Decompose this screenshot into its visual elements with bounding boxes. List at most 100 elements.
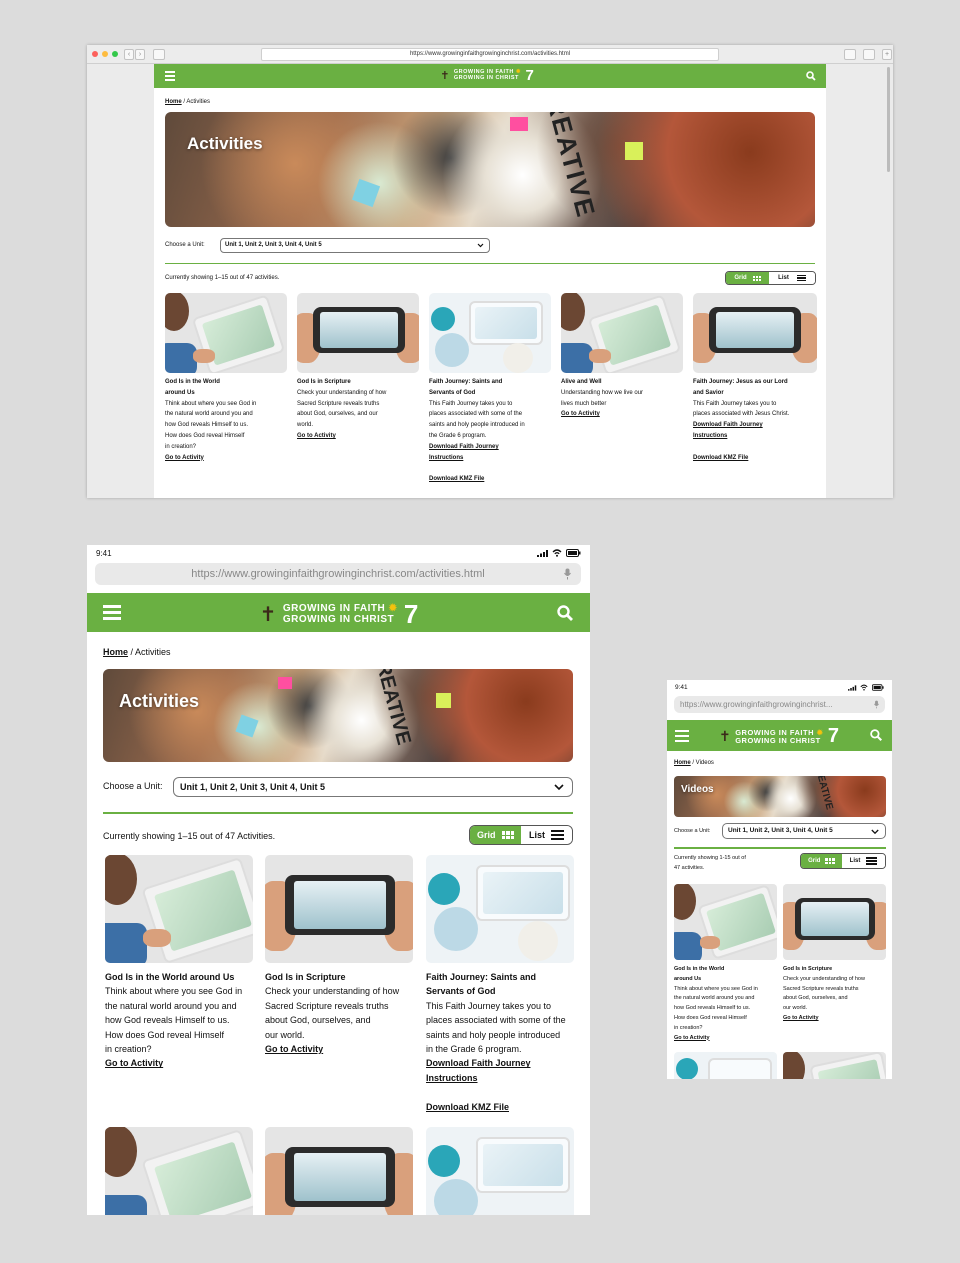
card-title: Faith Journey: Saints and Servants of God xyxy=(429,379,503,396)
chevron-down-icon xyxy=(871,829,879,835)
card-title: Faith Journey: Jesus as our Lord and Savi… xyxy=(693,379,788,396)
mic-icon[interactable] xyxy=(874,700,879,709)
minimize-window-button[interactable] xyxy=(102,51,108,57)
divider xyxy=(165,263,815,264)
hamburger-icon[interactable] xyxy=(675,730,689,742)
unit-filter-label: Choose a Unit: xyxy=(165,242,205,248)
search-icon[interactable] xyxy=(557,605,573,621)
go-to-activity-link[interactable]: Go to Activity xyxy=(674,1034,777,1044)
card-image-tablet[interactable] xyxy=(105,1127,253,1215)
nav-bar: ✝ GROWING IN FAITH ✹ GROWING IN CHRIST 7 xyxy=(154,64,826,88)
hamburger-icon[interactable] xyxy=(103,605,121,620)
download-faith-journey-link[interactable]: Download Faith Journey Instructions xyxy=(693,420,817,442)
go-to-activity-link[interactable]: Go to Activity xyxy=(297,431,419,442)
back-button[interactable]: ‹ xyxy=(124,49,134,60)
search-icon[interactable] xyxy=(870,729,882,741)
card-image-tablet[interactable] xyxy=(105,855,253,963)
sticky-note xyxy=(351,178,381,208)
unit-filter-select[interactable]: Unit 1, Unit 2, Unit 3, Unit 4, Unit 5 xyxy=(722,823,886,839)
status-bar: 9:41 xyxy=(87,545,590,563)
unit-filter-select[interactable]: Unit 1, Unit 2, Unit 3, Unit 4, Unit 5 xyxy=(173,777,573,797)
card-image-phone[interactable] xyxy=(297,293,419,373)
activity-card: Faith Journey: Saints and Servants of God… xyxy=(426,855,574,1114)
search-icon[interactable] xyxy=(806,71,816,81)
activity-card xyxy=(674,1052,777,1079)
card-image-tablet[interactable] xyxy=(165,293,287,373)
address-bar[interactable]: https://www.growinginfaithgrowinginchris… xyxy=(95,563,581,585)
status-bar: 9:41 xyxy=(667,680,892,696)
site-logo[interactable]: ✝ GROWING IN FAITH ✹ GROWING IN CHRIST 7 xyxy=(709,725,849,747)
tablet-mockup: 9:41 https://www.growinginfaithgrowingin… xyxy=(87,545,590,1215)
maximize-window-button[interactable] xyxy=(112,51,118,57)
results-count: Currently showing 1-15 out of 47 activiti… xyxy=(674,855,746,871)
chevron-down-icon xyxy=(554,784,564,791)
breadcrumb-home-link[interactable]: Home xyxy=(103,647,128,657)
share-button[interactable] xyxy=(844,49,856,60)
card-description: Check your understanding of how Sacred Sc… xyxy=(783,975,865,1012)
hamburger-icon[interactable] xyxy=(165,71,175,81)
download-faith-journey-link[interactable]: Download Faith Journey Instructions xyxy=(429,442,551,464)
banner-poster-text: CREATIVE xyxy=(534,112,602,222)
card-image-phone[interactable] xyxy=(693,293,817,373)
grid-view-button[interactable]: Grid xyxy=(801,854,843,868)
breadcrumb: Home / Videos xyxy=(674,760,714,766)
breadcrumb-current: / Activities xyxy=(130,647,171,657)
download-faith-journey-link[interactable]: Download Faith Journey Instructions xyxy=(426,1056,574,1085)
card-image-kids[interactable] xyxy=(429,293,551,373)
download-kmz-link[interactable]: Download KMZ File xyxy=(426,1100,574,1114)
mic-icon[interactable] xyxy=(564,568,571,580)
card-image-tablet[interactable] xyxy=(674,884,777,960)
phone-mockup: 9:41 https://www.growinginfaithgrowingin… xyxy=(667,680,892,1079)
close-window-button[interactable] xyxy=(92,51,98,57)
hero-banner: CREATIVE Activities xyxy=(165,112,815,227)
forward-button[interactable]: › xyxy=(135,49,145,60)
new-tab-button[interactable]: + xyxy=(882,49,892,60)
sticky-note xyxy=(510,117,528,131)
go-to-activity-link[interactable]: Go to Activity xyxy=(783,1014,886,1024)
wifi-icon xyxy=(860,684,868,691)
results-count: Currently showing 1–15 out of 47 Activit… xyxy=(103,831,276,841)
address-bar[interactable]: https://www.growinginfaithgrowinginchris… xyxy=(261,48,719,61)
card-title: God Is in the World around Us xyxy=(674,966,725,982)
go-to-activity-link[interactable]: Go to Activity xyxy=(561,409,683,420)
site-logo[interactable]: ✝ GROWING IN FAITH ✹ GROWING IN CHRIST 7 xyxy=(249,599,429,629)
list-view-button[interactable]: List xyxy=(769,272,815,284)
banner-poster-text: CREATIVE xyxy=(367,669,415,748)
grid-view-button[interactable]: Grid xyxy=(470,826,521,844)
scrollbar[interactable] xyxy=(887,67,890,172)
page-margin-right xyxy=(826,64,893,498)
breadcrumb: Home / Activities xyxy=(103,647,171,657)
list-view-button[interactable]: List xyxy=(842,854,885,868)
battery-icon xyxy=(872,684,884,691)
card-image-phone[interactable] xyxy=(265,855,413,963)
breadcrumb-home-link[interactable]: Home xyxy=(165,99,182,105)
card-image-tablet[interactable] xyxy=(783,1052,886,1079)
go-to-activity-link[interactable]: Go to Activity xyxy=(165,453,287,464)
card-image-kids[interactable] xyxy=(674,1052,777,1079)
activity-card: God Is in the World around Us Think about… xyxy=(165,293,287,463)
list-view-button[interactable]: List xyxy=(521,826,572,844)
go-to-activity-link[interactable]: Go to Activity xyxy=(105,1056,253,1070)
card-image-kids[interactable] xyxy=(426,855,574,963)
breadcrumb-home-link[interactable]: Home xyxy=(674,760,691,766)
grid-view-button[interactable]: Grid xyxy=(726,272,770,284)
card-description: Understanding how we live our lives much … xyxy=(561,389,644,407)
card-image-phone[interactable] xyxy=(783,884,886,960)
card-image-tablet[interactable] xyxy=(561,293,683,373)
activity-card xyxy=(426,1127,574,1215)
tabs-button[interactable] xyxy=(863,49,875,60)
grade-number: 7 xyxy=(827,725,839,747)
card-image-kids[interactable] xyxy=(426,1127,574,1215)
download-kmz-link[interactable]: Download KMZ File xyxy=(693,453,817,464)
view-toggle: Grid List xyxy=(469,825,573,845)
activity-card xyxy=(105,1127,253,1215)
go-to-activity-link[interactable]: Go to Activity xyxy=(265,1042,413,1056)
card-image-phone[interactable] xyxy=(265,1127,413,1215)
site-logo[interactable]: ✝ GROWING IN FAITH ✹ GROWING IN CHRIST 7 xyxy=(432,67,542,85)
address-bar[interactable]: https://www.growinginfaithgrowinginchris… xyxy=(674,696,885,713)
activity-card: God Is in the World around Us Think abou… xyxy=(105,855,253,1071)
grade-number: 7 xyxy=(525,67,534,85)
unit-filter-select[interactable]: Unit 1, Unit 2, Unit 3, Unit 4, Unit 5 xyxy=(220,238,490,253)
download-kmz-link[interactable]: Download KMZ File xyxy=(429,474,551,485)
sidebar-toggle-button[interactable] xyxy=(153,49,165,60)
